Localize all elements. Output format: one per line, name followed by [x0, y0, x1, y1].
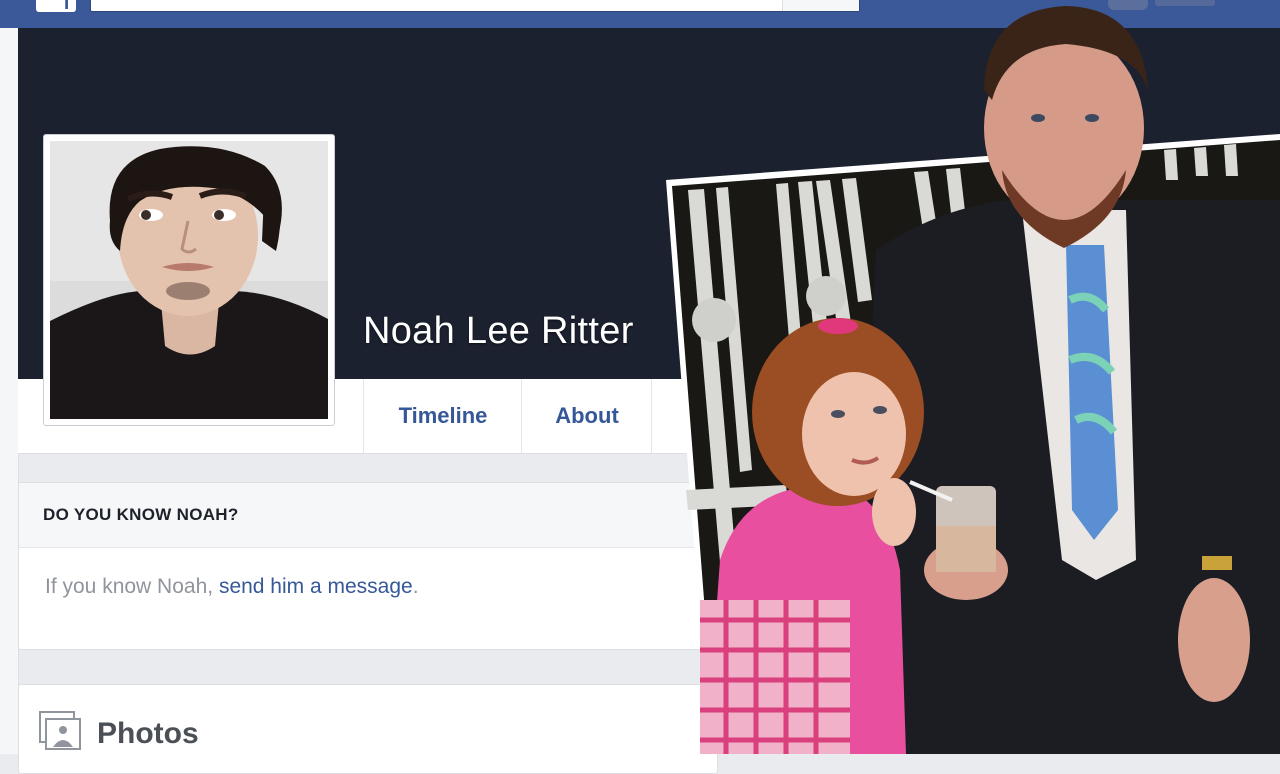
tab-timeline[interactable]: Timeline	[363, 379, 522, 453]
send-message-link[interactable]: send him a message	[219, 575, 413, 598]
profile-picture[interactable]	[43, 134, 335, 426]
profile-name[interactable]: Noah Lee Ritter	[363, 310, 634, 353]
tab-about[interactable]: About	[521, 379, 652, 453]
photos-icon	[39, 711, 81, 750]
profile-photo-image	[50, 141, 328, 419]
do-you-know-heading: DO YOU KNOW NOAH?	[19, 483, 717, 548]
facebook-logo-icon[interactable]: f	[36, 0, 76, 13]
do-you-know-card: DO YOU KNOW NOAH? If you know Noah, send…	[18, 482, 718, 650]
do-you-know-text: If you know Noah,	[45, 575, 219, 598]
overlay-news-photo	[666, 6, 1280, 754]
photos-title[interactable]: Photos	[97, 717, 199, 751]
do-you-know-punct: .	[412, 575, 419, 598]
left-gutter	[0, 28, 19, 754]
photos-card: Photos	[18, 684, 718, 774]
do-you-know-body: If you know Noah, send him a message.	[19, 548, 717, 599]
